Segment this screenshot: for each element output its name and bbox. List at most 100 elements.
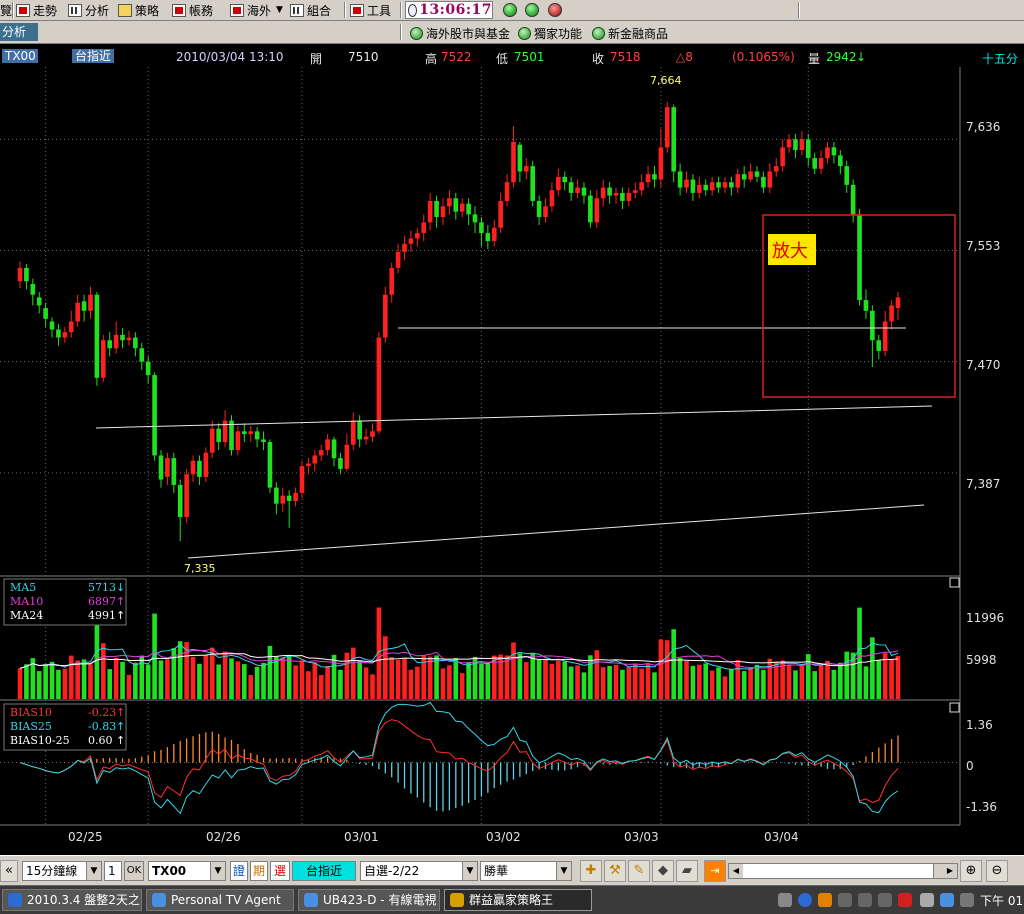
zoom-label: 放大 xyxy=(772,241,808,262)
crown-icon xyxy=(450,893,464,907)
options-button[interactable]: 選 xyxy=(270,861,290,881)
red-light-icon[interactable] xyxy=(548,3,562,17)
system-tray: 下午 01:06 xyxy=(774,889,1024,911)
pencil-icon[interactable]: ✎ xyxy=(628,860,650,882)
volume-icon[interactable] xyxy=(960,893,974,907)
tray-icon[interactable] xyxy=(940,893,954,907)
tab-analysis[interactable]: 分析 xyxy=(0,23,38,41)
tray-icon[interactable] xyxy=(898,893,912,907)
zoom-out-icon[interactable]: ⊖ xyxy=(986,860,1008,882)
help-icon[interactable] xyxy=(798,893,812,907)
green-light-icon[interactable] xyxy=(503,3,517,17)
candle-body xyxy=(280,495,286,504)
volume-bar xyxy=(101,643,106,699)
taskbar-task-active[interactable]: 群益贏家策略王 xyxy=(444,889,592,911)
taskbar: 2010.3.4 盤整2天之... Personal TV Agent UB42… xyxy=(0,885,1024,914)
tray-icon[interactable] xyxy=(920,893,934,907)
chevron-left-icon[interactable]: « xyxy=(0,860,18,882)
fit-screen-icon[interactable]: ⇥ xyxy=(704,860,726,882)
task-label: Personal TV Agent xyxy=(171,893,281,907)
period-select[interactable]: 15分鐘線 ▼ xyxy=(22,861,102,881)
candle-body xyxy=(741,174,747,180)
futures-button[interactable]: 期 xyxy=(250,861,268,881)
toolbar-item-strategy[interactable]: 策略 xyxy=(118,1,159,19)
chevron-down-icon: ▼ xyxy=(210,862,225,880)
candle-body xyxy=(344,444,350,469)
candle-body xyxy=(761,176,766,188)
symbol-input[interactable]: TX00 ▼ xyxy=(148,861,226,881)
candle-body xyxy=(504,182,510,201)
link-exclusive[interactable]: 獨家功能 xyxy=(518,24,582,42)
tray-icon[interactable] xyxy=(858,893,872,907)
count-input[interactable]: 1 xyxy=(104,861,122,881)
candle-body xyxy=(876,340,882,351)
crosshair-icon[interactable]: ✚ xyxy=(580,860,602,882)
wrench-icon[interactable]: ⚒ xyxy=(604,860,626,882)
volume-bar xyxy=(222,651,228,699)
volume-bar xyxy=(306,671,311,699)
scroll-left-icon[interactable]: ◀ xyxy=(729,864,743,878)
candle-body xyxy=(274,487,279,504)
volume-bar xyxy=(209,647,215,699)
scroll-thumb[interactable] xyxy=(933,864,943,878)
candle-body xyxy=(415,233,420,239)
open-label: 開 xyxy=(310,52,323,66)
zoom-in-icon[interactable]: ⊕ xyxy=(960,860,982,882)
high-annotation: 7,664 xyxy=(650,74,682,87)
chart-area[interactable]: 7,636 7,553 7,470 7,387 11996 5998 1.36 … xyxy=(0,67,1024,855)
toolbar-item-overview[interactable]: 覽 xyxy=(0,1,12,19)
volume-bar xyxy=(870,637,875,699)
candle-body xyxy=(799,139,805,151)
link-label: 獨家功能 xyxy=(534,26,583,41)
candle-body xyxy=(177,484,183,518)
candle-body xyxy=(632,190,638,193)
toolbar-item-overseas[interactable]: 海外 ▼ xyxy=(230,1,283,19)
candle-body xyxy=(350,420,356,445)
secondary-toolbar: 分析 海外股市與基金 獨家功能 新金融商品 xyxy=(0,21,1024,44)
volume-bar xyxy=(229,658,234,699)
volume-bar xyxy=(831,669,837,699)
taskbar-task[interactable]: UB423-D - 有線電視 xyxy=(298,889,440,911)
candle-body xyxy=(812,158,817,169)
toolbar-item-tools[interactable]: 工具 xyxy=(350,1,391,19)
volume-bar xyxy=(697,664,702,699)
candle-body xyxy=(62,332,68,338)
volume-bar xyxy=(722,676,728,699)
watchlist-select[interactable]: 自選-2/22 ▼ xyxy=(360,861,478,881)
volume-bar xyxy=(652,672,657,699)
eraser-icon[interactable]: ◆ xyxy=(652,860,674,882)
scroll-right-icon[interactable]: ▶ xyxy=(943,864,957,878)
broker-select[interactable]: 勝華 ▼ xyxy=(480,861,572,881)
drawing-tool-icon[interactable]: ▰ xyxy=(676,860,698,882)
volume-bar xyxy=(274,656,279,699)
link-overseas-funds[interactable]: 海外股市與基金 xyxy=(410,24,510,42)
toolbar-item-portfolio[interactable]: 組合 xyxy=(290,1,331,19)
tray-icon[interactable] xyxy=(818,893,832,907)
tray-icon[interactable] xyxy=(838,893,852,907)
volume-bar xyxy=(504,655,510,699)
date-tick-label: 02/26 xyxy=(206,830,241,844)
candle-body xyxy=(145,361,151,376)
candle-body xyxy=(325,439,330,451)
candle-body xyxy=(107,340,113,349)
taskbar-task[interactable]: Personal TV Agent xyxy=(146,889,294,911)
taskbar-task[interactable]: 2010.3.4 盤整2天之... xyxy=(2,889,142,911)
overseas-icon xyxy=(230,3,244,17)
securities-button[interactable]: 證 xyxy=(230,861,248,881)
tray-icon[interactable] xyxy=(778,893,792,907)
link-new-products[interactable]: 新金融商品 xyxy=(592,24,668,42)
toolbar-item-analysis[interactable]: 分析 xyxy=(68,1,109,19)
toolbar-item-trend[interactable]: 走勢 xyxy=(16,1,57,19)
chevron-down-icon: ▼ xyxy=(462,862,477,880)
candle-body xyxy=(773,166,779,172)
ok-button[interactable]: OK xyxy=(124,861,144,881)
green-light-icon[interactable] xyxy=(525,3,539,17)
volume-label: 量 xyxy=(808,52,821,66)
candle-body xyxy=(748,171,753,180)
tray-icon[interactable] xyxy=(878,893,892,907)
header-symbol[interactable]: TX00 xyxy=(2,49,38,63)
candle-body xyxy=(722,182,728,188)
toolbar-item-account[interactable]: 帳務 xyxy=(172,1,213,19)
chart-controls: « 15分鐘線 ▼ 1 OK TX00 ▼ 證 期 選 台指近 自選-2/22 ▼ 勝… xyxy=(0,855,1024,885)
chart-scrollbar[interactable]: ◀ ▶ xyxy=(728,863,958,879)
